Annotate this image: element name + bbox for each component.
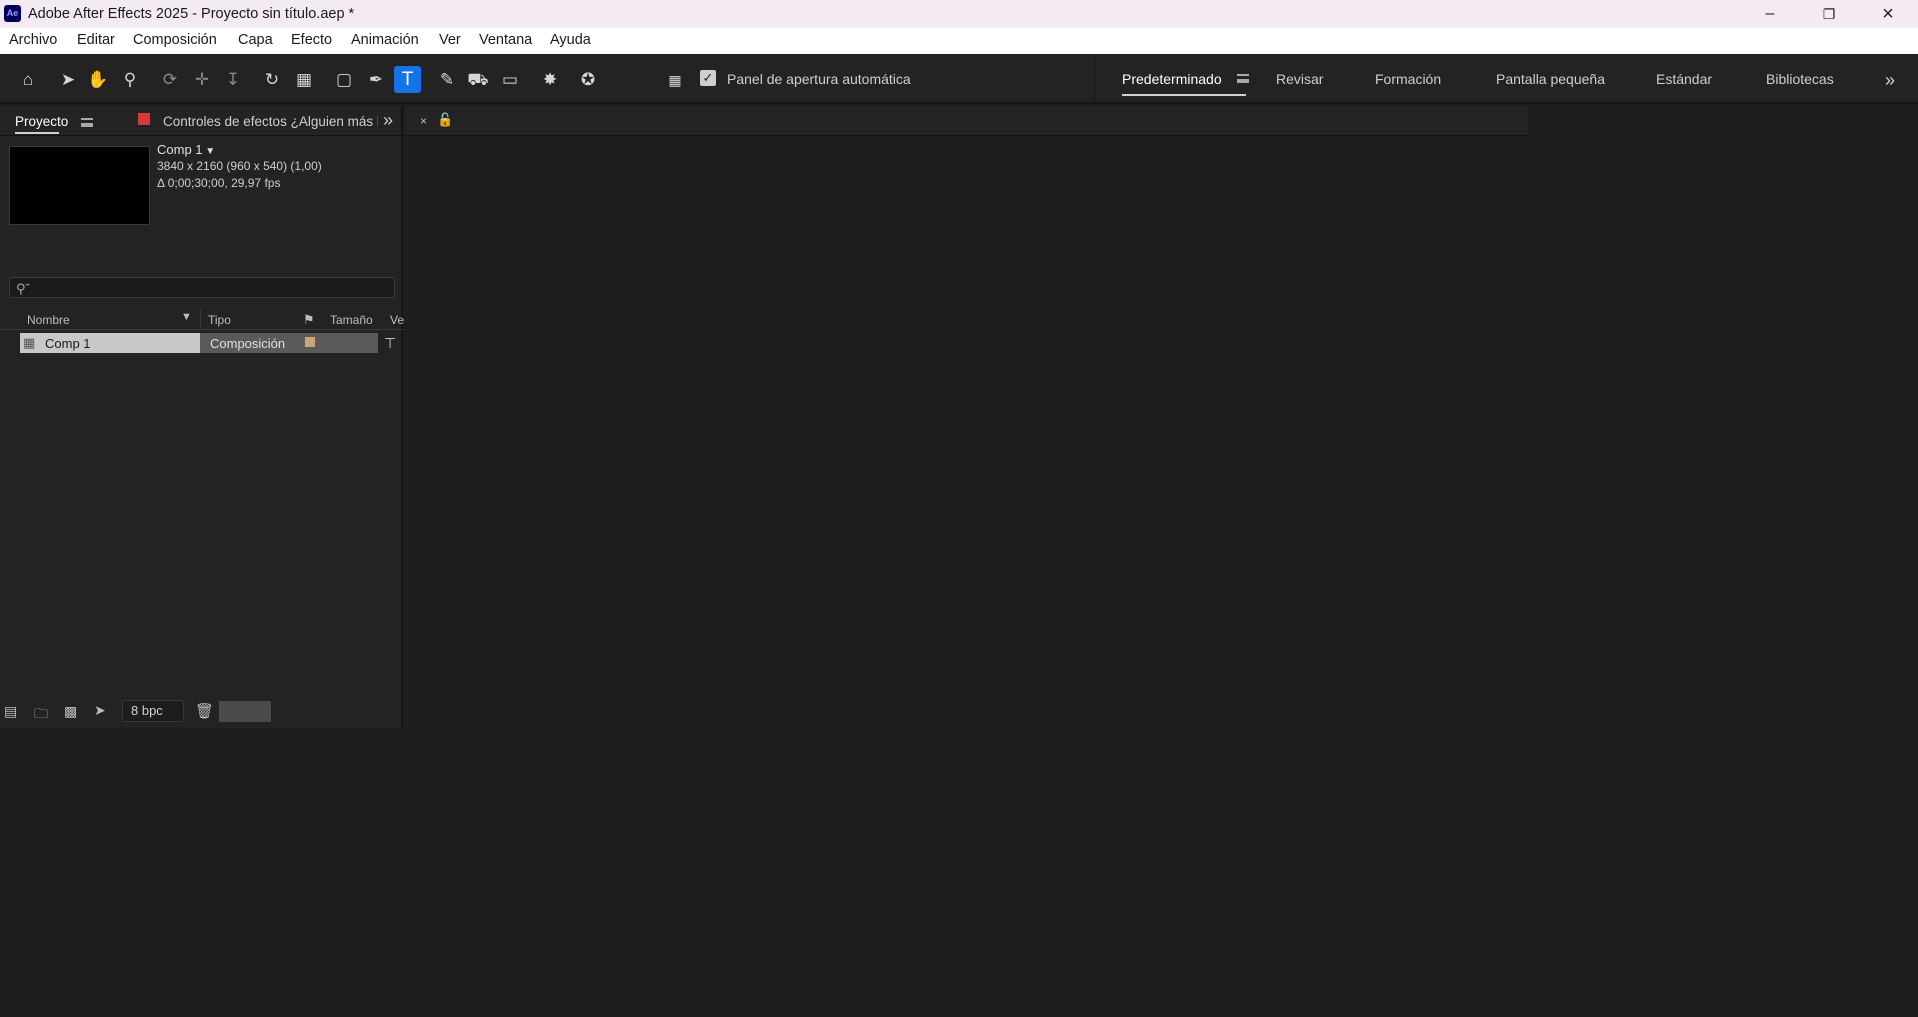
roto-brush-icon[interactable]: ✸: [538, 68, 562, 92]
menu-bar: Archivo Editar Composición Capa Efecto A…: [0, 28, 1918, 54]
pan-camera-icon[interactable]: ✛: [190, 68, 214, 92]
hand-icon[interactable]: ✋: [86, 68, 110, 92]
workspace-pantalla-pequena[interactable]: Pantalla pequeña: [1496, 71, 1605, 87]
toolbar-divider: [1094, 54, 1095, 104]
workspace-revisar[interactable]: Revisar: [1276, 71, 1323, 87]
row-label-color[interactable]: [305, 337, 315, 347]
project-item-duration: Δ 0;00;30;00, 29,97 fps: [157, 176, 281, 190]
project-color-swatch[interactable]: [219, 701, 271, 722]
label-tag-icon[interactable]: ⚑: [303, 312, 315, 328]
pen-icon[interactable]: ✒: [364, 68, 388, 92]
zoom-icon[interactable]: ⚲: [118, 68, 142, 92]
auto-open-panel-icon[interactable]: ▦: [663, 68, 687, 92]
auto-open-label: Panel de apertura automática: [727, 71, 911, 87]
interpret-footage-icon[interactable]: ▤: [4, 703, 17, 720]
workspace-menu-icon[interactable]: [1237, 74, 1249, 83]
rectangle-icon[interactable]: ▢: [332, 68, 356, 92]
sort-caret-icon[interactable]: ▼: [181, 311, 192, 323]
col-ve[interactable]: Ve: [390, 313, 404, 327]
puppet-icon[interactable]: ✪: [576, 68, 600, 92]
panel-overflow-icon[interactable]: »: [383, 110, 393, 131]
col-tipo[interactable]: Tipo: [208, 313, 231, 327]
caret-down-icon[interactable]: ▼: [203, 146, 215, 157]
new-folder-icon[interactable]: 🗀: [34, 703, 48, 727]
project-item-name-text: Comp 1: [157, 142, 203, 157]
clone-stamp-icon[interactable]: ⛟: [466, 68, 490, 92]
project-item-name: Comp 1 ▼: [157, 142, 215, 157]
workspace-formacion[interactable]: Formación: [1375, 71, 1441, 87]
workspace-bibliotecas[interactable]: Bibliotecas: [1766, 71, 1834, 87]
bpc-button[interactable]: 8 bpc: [122, 700, 184, 722]
auto-open-checkbox[interactable]: ✓: [700, 70, 716, 86]
selection-icon[interactable]: ➤: [56, 68, 80, 92]
flowchart-icon[interactable]: ⊤: [384, 335, 396, 352]
col-tamano[interactable]: Tamaño: [330, 313, 373, 327]
dolly-camera-icon[interactable]: ↧: [221, 68, 245, 92]
menu-animacion[interactable]: Animación: [351, 32, 419, 48]
close-icon[interactable]: ×: [1865, 0, 1911, 28]
project-panel: Proyecto Controles de efectos ¿Alguien m…: [0, 106, 404, 728]
menu-editar[interactable]: Editar: [77, 32, 115, 48]
project-columns-header: Nombre ▼ Tipo ⚑ Tamaño Ve: [0, 310, 404, 330]
row-type: Composición: [210, 336, 286, 351]
project-item-resolution: 3840 x 2160 (960 x 540) (1,00): [157, 159, 322, 173]
composition-panel: × 🔓: [405, 106, 1528, 728]
composition-panel-header: × 🔓: [405, 106, 1528, 136]
row-name: Comp 1: [45, 336, 91, 351]
brush-icon[interactable]: ✎: [435, 68, 459, 92]
rotate-icon[interactable]: ↻: [260, 68, 284, 92]
adjust-settings-icon[interactable]: ➤: [94, 702, 106, 719]
title-bar: Ae Adobe After Effects 2025 - Proyecto s…: [0, 0, 1918, 28]
tab-proyecto[interactable]: Proyecto: [15, 114, 68, 129]
orbit-camera-icon[interactable]: ⟳: [158, 68, 182, 92]
menu-ayuda[interactable]: Ayuda: [550, 32, 591, 48]
tab-active-underline: [15, 132, 59, 134]
menu-efecto[interactable]: Efecto: [291, 32, 332, 48]
workspace-active-underline: [1122, 94, 1246, 96]
anchor-icon[interactable]: ▦: [292, 68, 316, 92]
window-title: Adobe After Effects 2025 - Proyecto sin …: [28, 6, 355, 22]
toolbar: ⌂ ➤ ✋ ⚲ ⟳ ✛ ↧ ↻ ▦ ▢ ✒ T ✎ ⛟ ▭ ✸ ✪ ▦ ✓ Pa…: [0, 54, 1918, 104]
search-icon: ⚲ˇ: [16, 281, 30, 296]
workspace-predeterminado[interactable]: Predeterminado: [1122, 71, 1222, 87]
more-workspaces-icon[interactable]: »: [1878, 68, 1902, 92]
minimize-icon[interactable]: –: [1747, 0, 1793, 28]
composition-icon: ▦: [23, 335, 36, 350]
project-panel-menu-icon[interactable]: [81, 118, 93, 127]
col-divider: [200, 310, 201, 330]
comp-thumbnail: [9, 146, 150, 225]
effects-label-color-icon: [138, 113, 150, 125]
close-tab-icon[interactable]: ×: [420, 114, 427, 128]
eraser-icon[interactable]: ▭: [498, 68, 522, 92]
project-panel-header: Proyecto Controles de efectos ¿Alguien m…: [0, 106, 403, 136]
menu-composicion[interactable]: Composición: [133, 32, 217, 48]
new-composition-icon[interactable]: ▩: [64, 703, 77, 720]
col-nombre[interactable]: Nombre: [27, 313, 70, 327]
project-row[interactable]: ▦ Comp 1 Composición ⊤: [0, 333, 403, 353]
type-icon[interactable]: T: [394, 66, 421, 93]
workspace-estandar[interactable]: Estándar: [1656, 71, 1712, 87]
menu-ver[interactable]: Ver: [439, 32, 461, 48]
app-icon: Ae: [4, 5, 21, 22]
project-search-input[interactable]: ⚲ˇ: [9, 277, 395, 298]
menu-ventana[interactable]: Ventana: [479, 32, 532, 48]
menu-archivo[interactable]: Archivo: [9, 32, 57, 48]
menu-capa[interactable]: Capa: [238, 32, 273, 48]
restore-icon[interactable]: ❐: [1806, 0, 1852, 28]
project-footer: ▤ 🗀 ▩ ➤ 8 bpc 🗑: [0, 696, 403, 728]
trash-icon[interactable]: 🗑: [195, 702, 214, 720]
lock-icon[interactable]: 🔓: [437, 112, 453, 128]
home-icon[interactable]: ⌂: [16, 68, 40, 92]
tab-controles-de-efectos[interactable]: Controles de efectos ¿Alguien más l: [163, 114, 378, 129]
